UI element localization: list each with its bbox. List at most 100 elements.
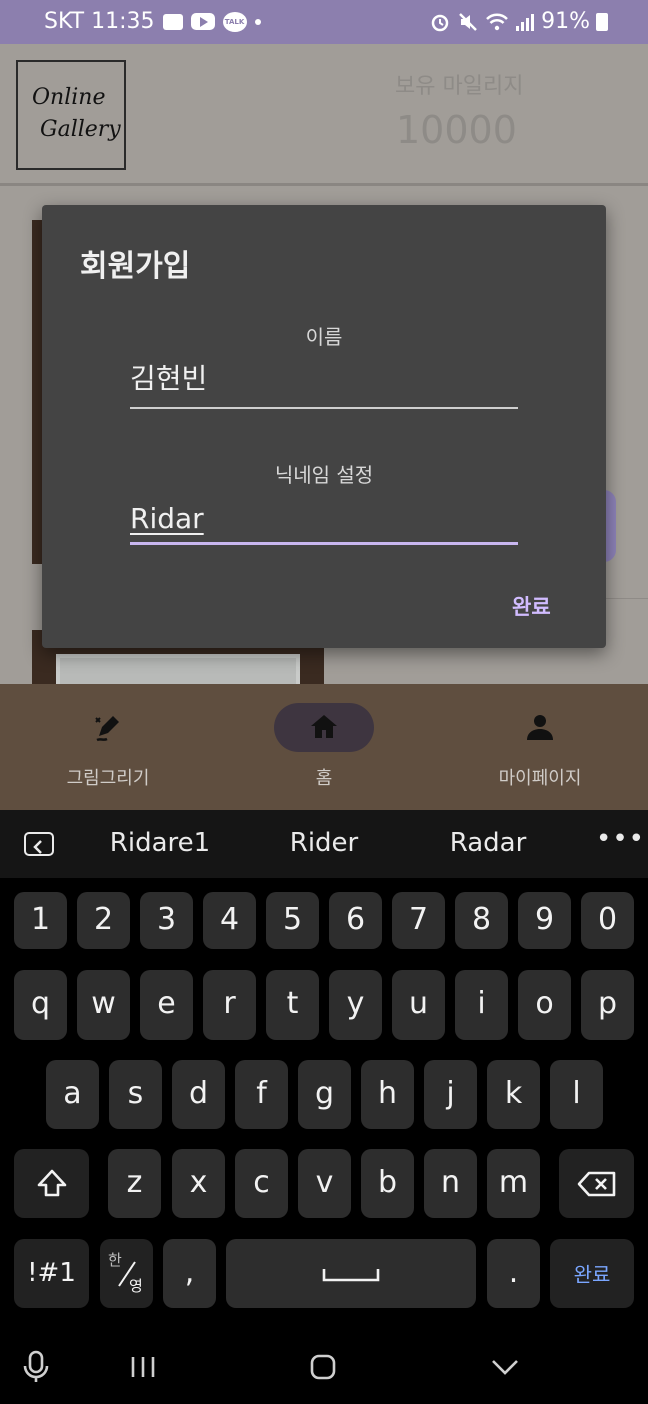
keyboard: 1 2 3 4 5 6 7 8 9 0 q w e r t y u i o p … [0, 878, 648, 1328]
mute-icon [459, 12, 477, 31]
signup-dialog: 회원가입 이름 김현빈 닉네임 설정 Ridar 완료 [42, 205, 606, 648]
alarm-icon [431, 14, 449, 31]
key-9[interactable]: 9 [518, 892, 571, 949]
key-m[interactable]: m [487, 1149, 540, 1218]
key-4[interactable]: 4 [203, 892, 256, 949]
gallery-icon [162, 13, 183, 30]
signal-icon [516, 13, 535, 31]
gallery-logo: Online Gallery [16, 60, 126, 170]
person-icon [527, 715, 553, 740]
nickname-label: 닉네임 설정 [274, 463, 374, 487]
draw-icon [95, 716, 119, 742]
logo-text-line2: Gallery [40, 117, 121, 142]
comma-key[interactable]: , [163, 1239, 216, 1308]
nav-item-mypage[interactable]: 마이페이지 [432, 684, 648, 810]
key-t[interactable]: t [266, 970, 319, 1040]
battery-percent: 91% [541, 9, 590, 34]
space-icon [322, 1269, 380, 1282]
key-f[interactable]: f [235, 1060, 288, 1129]
key-h[interactable]: h [361, 1060, 414, 1129]
key-o[interactable]: o [518, 970, 571, 1040]
key-w[interactable]: w [77, 970, 130, 1040]
key-j[interactable]: j [424, 1060, 477, 1129]
shift-icon [37, 1169, 67, 1197]
notification-dot-icon [254, 18, 261, 25]
key-0[interactable]: 0 [581, 892, 634, 949]
microphone-icon[interactable] [22, 1350, 50, 1384]
kakaotalk-icon: TALK [222, 11, 247, 32]
lang-bottom-label: 영 [129, 1277, 143, 1295]
key-l[interactable]: l [550, 1060, 603, 1129]
key-6[interactable]: 6 [329, 892, 382, 949]
key-8[interactable]: 8 [455, 892, 508, 949]
key-i[interactable]: i [455, 970, 508, 1040]
key-n[interactable]: n [424, 1149, 477, 1218]
space-key[interactable] [226, 1239, 476, 1308]
home-icon [311, 715, 337, 738]
nav-label-draw: 그림그리기 [66, 768, 150, 789]
key-u[interactable]: u [392, 970, 445, 1040]
key-v[interactable]: v [298, 1149, 351, 1218]
key-2[interactable]: 2 [77, 892, 130, 949]
key-3[interactable]: 3 [140, 892, 193, 949]
key-g[interactable]: g [298, 1060, 351, 1129]
language-key[interactable]: 한 영 [100, 1239, 153, 1308]
back-chevron-icon[interactable] [490, 1358, 520, 1376]
backspace-key[interactable] [559, 1149, 634, 1218]
keyboard-suggestion-bar: Ridare1 Rider Radar ••• [0, 810, 648, 878]
home-button-icon[interactable] [310, 1354, 336, 1380]
key-a[interactable]: a [46, 1060, 99, 1129]
dialog-title: 회원가입 [80, 249, 191, 284]
period-key[interactable]: . [487, 1239, 540, 1308]
status-right: 91% [429, 9, 608, 34]
nickname-field[interactable]: Ridar [130, 495, 518, 543]
carrier-time: SKT 11:35 [44, 9, 155, 34]
key-k[interactable]: k [487, 1060, 540, 1129]
name-field-underline [130, 407, 518, 409]
recent-apps-icon[interactable] [130, 1355, 156, 1379]
key-7[interactable]: 7 [392, 892, 445, 949]
nav-item-draw[interactable]: 그림그리기 [0, 684, 216, 810]
key-z[interactable]: z [108, 1149, 161, 1218]
nickname-field-underline [130, 542, 518, 545]
name-field[interactable]: 김현빈 [130, 357, 518, 405]
key-c[interactable]: c [235, 1149, 288, 1218]
nickname-value: Ridar [130, 502, 204, 535]
key-e[interactable]: e [140, 970, 193, 1040]
key-q[interactable]: q [14, 970, 67, 1040]
nav-label-home: 홈 [315, 768, 333, 789]
divider [606, 598, 648, 599]
symbols-key[interactable]: !#1 [14, 1239, 89, 1308]
nav-item-home[interactable]: 홈 [216, 684, 432, 810]
key-s[interactable]: s [109, 1060, 162, 1129]
bottom-navigation: 그림그리기 홈 마이페이지 [0, 684, 648, 810]
mileage-value: 10000 [396, 108, 517, 152]
key-1[interactable]: 1 [14, 892, 67, 949]
keyboard-collapse-icon[interactable] [24, 832, 54, 856]
suggestion-3[interactable]: Radar [398, 828, 578, 858]
shift-key[interactable] [14, 1149, 89, 1218]
logo-text-line1: Online [32, 85, 105, 110]
youtube-icon [190, 13, 215, 30]
nav-label-mypage: 마이페이지 [498, 768, 582, 789]
more-options-icon[interactable]: ••• [596, 824, 645, 854]
key-p[interactable]: p [581, 970, 634, 1040]
header-divider [0, 183, 648, 186]
name-label: 이름 [305, 325, 343, 349]
key-b[interactable]: b [361, 1149, 414, 1218]
system-navigation-bar [0, 1328, 648, 1404]
status-bar: SKT 11:35 TALK 91% [0, 0, 648, 44]
suggestion-1[interactable]: Ridare1 [70, 828, 250, 858]
key-d[interactable]: d [172, 1060, 225, 1129]
confirm-button[interactable]: 완료 [512, 591, 551, 621]
done-key[interactable]: 완료 [550, 1239, 634, 1308]
backspace-icon [577, 1171, 616, 1197]
key-x[interactable]: x [172, 1149, 225, 1218]
status-left: SKT 11:35 TALK [44, 9, 261, 34]
suggestion-2[interactable]: Rider [234, 828, 414, 858]
key-y[interactable]: y [329, 970, 382, 1040]
mileage-label: 보유 마일리지 [395, 74, 524, 99]
key-r[interactable]: r [203, 970, 256, 1040]
battery-icon [596, 12, 608, 31]
key-5[interactable]: 5 [266, 892, 319, 949]
